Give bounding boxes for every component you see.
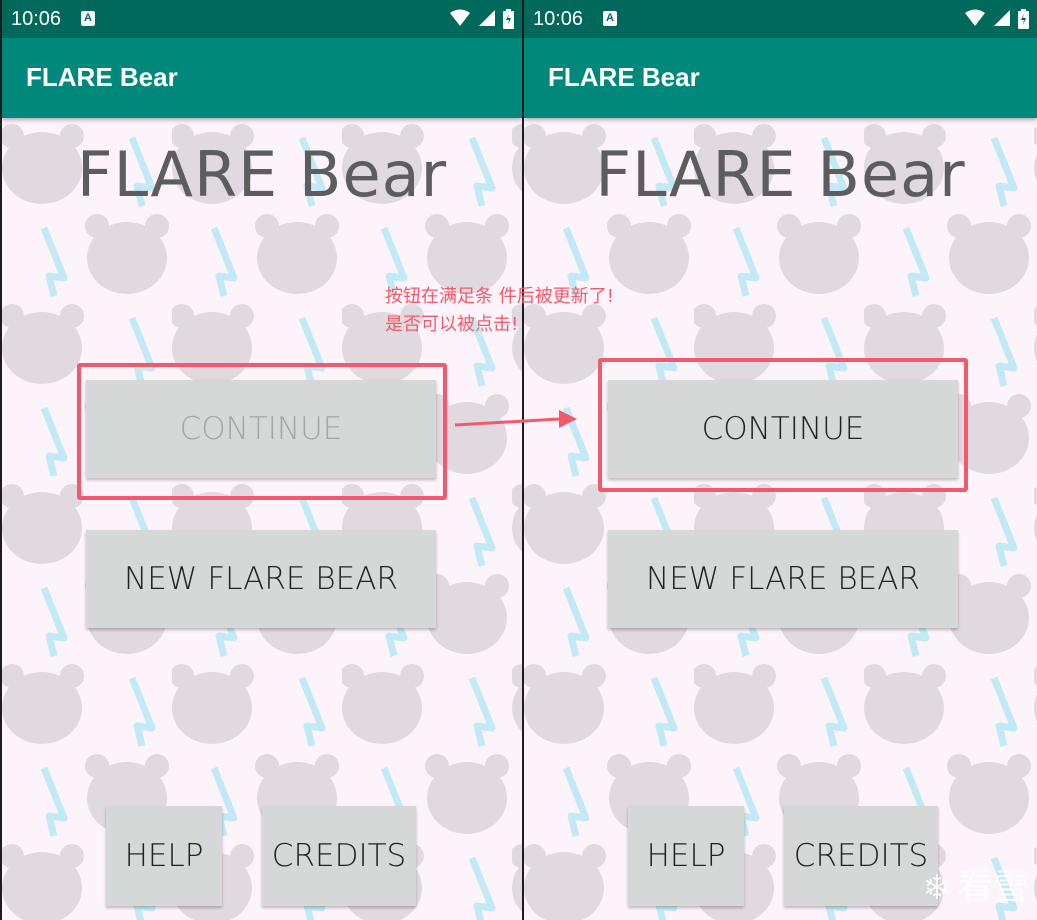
watermark-text: 看雪 <box>956 867 1029 908</box>
annotation-arrow-icon <box>455 410 577 428</box>
app-bar: FLARE Bear <box>2 38 522 118</box>
watermark: ❄ 看雪 <box>922 858 1029 910</box>
main-content: FLARE Bear CONTINUE NEW FLARE BEAR HELP … <box>2 118 522 920</box>
logo-title: FLARE Bear <box>76 138 448 211</box>
status-time: 10:06 <box>11 8 62 30</box>
status-icons <box>446 9 514 29</box>
app-bar: FLARE Bear <box>524 38 1037 118</box>
notification-icon: A <box>603 11 617 26</box>
battery-icon <box>1018 9 1029 29</box>
bear-pattern-background <box>2 118 522 920</box>
wifi-icon <box>965 9 986 26</box>
phone-screen-before: 10:06 A FLARE Bear FLARE Bear CONTINUE N… <box>2 0 522 920</box>
status-icons <box>961 9 1029 29</box>
credits-button[interactable]: CREDITS <box>262 806 416 906</box>
app-bar-title: FLARE Bear <box>548 62 700 92</box>
highlight-box-after <box>598 358 968 492</box>
new-flare-bear-button[interactable]: NEW FLARE BEAR <box>608 530 958 628</box>
help-button[interactable]: HELP <box>106 806 222 906</box>
credits-button[interactable]: CREDITS <box>784 806 938 906</box>
annotation-note: 按钮在满足条 件后被更新了! 是否可以被点击! <box>385 283 614 339</box>
status-time: 10:06 <box>533 8 584 30</box>
battery-icon <box>503 9 514 29</box>
notification-icon: A <box>81 11 95 26</box>
bear-pattern-background <box>524 118 1037 920</box>
new-flare-bear-button[interactable]: NEW FLARE BEAR <box>86 530 436 628</box>
signal-icon <box>993 10 1010 26</box>
wifi-icon <box>450 9 471 26</box>
annotation-line-2: 是否可以被点击! <box>385 314 519 335</box>
signal-icon <box>478 10 495 26</box>
phone-screen-after: 10:06 A FLARE Bear FLARE Bear CONTINUE N… <box>524 0 1037 920</box>
logo-title: FLARE Bear <box>595 138 966 211</box>
status-bar: 10:06 A <box>524 0 1037 38</box>
main-content: FLARE Bear CONTINUE NEW FLARE BEAR HELP … <box>524 118 1037 920</box>
annotation-line-1: 按钮在满足条 件后被更新了! <box>385 286 614 307</box>
help-button[interactable]: HELP <box>628 806 744 906</box>
highlight-box-before <box>77 363 447 500</box>
snowflake-icon: ❄ <box>922 868 951 908</box>
app-bar-title: FLARE Bear <box>26 62 178 92</box>
status-bar: 10:06 A <box>2 0 522 38</box>
